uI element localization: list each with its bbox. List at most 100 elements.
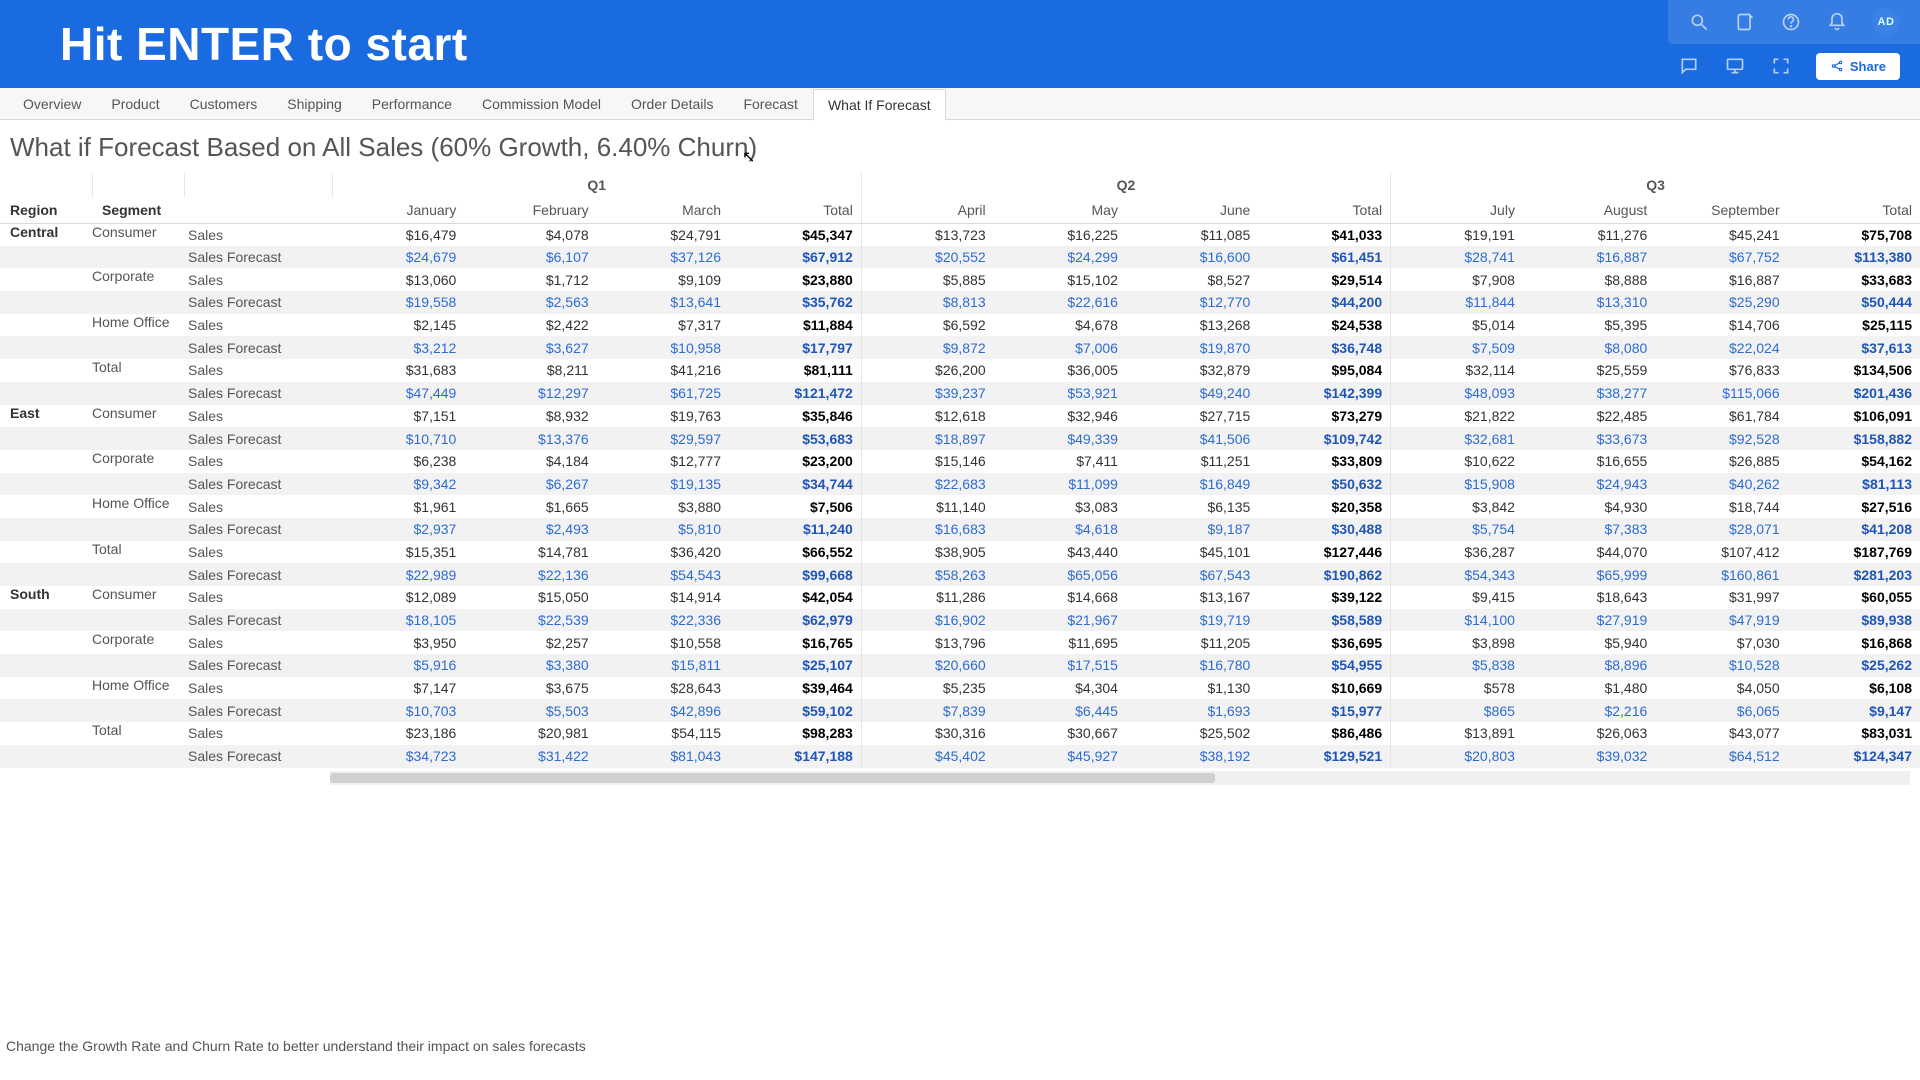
cell-value: $43,440 [994,541,1126,564]
cell-value: $5,754 [1391,518,1523,541]
cell-segment [92,291,184,314]
table-row[interactable]: Home OfficeSales$1,961$1,665$3,880$7,506… [0,495,1920,518]
cell-segment: Consumer [92,223,184,246]
cell-value: $22,539 [464,609,596,632]
table-row[interactable]: TotalSales$31,683$8,211$41,216$81,111$26… [0,359,1920,382]
col-april[interactable]: April [861,197,993,223]
table-row[interactable]: CentralConsumerSales$16,479$4,078$24,791… [0,223,1920,246]
notifications-icon[interactable] [1826,11,1848,33]
horizontal-scrollbar[interactable] [330,771,1910,785]
table-row[interactable]: Sales Forecast$10,710$13,376$29,597$53,6… [0,427,1920,450]
tab-shipping[interactable]: Shipping [272,88,357,120]
table-row[interactable]: Sales Forecast$47,449$12,297$61,725$121,… [0,382,1920,405]
tab-performance[interactable]: Performance [357,88,467,120]
table-row[interactable]: Home OfficeSales$2,145$2,422$7,317$11,88… [0,314,1920,337]
fullscreen-icon[interactable] [1770,55,1792,77]
table-row[interactable]: Sales Forecast$24,679$6,107$37,126$67,91… [0,246,1920,269]
col-segment[interactable]: Segment [92,197,184,223]
cell-value: $13,060 [332,268,464,291]
table-row[interactable]: Sales Forecast$3,212$3,627$10,958$17,797… [0,336,1920,359]
cell-region [0,268,92,291]
cell-value: $5,838 [1391,654,1523,677]
cell-region: Central [0,223,92,246]
table-row[interactable]: TotalSales$23,186$20,981$54,115$98,283$3… [0,722,1920,745]
cell-value: $4,678 [994,314,1126,337]
cell-value: $1,693 [1126,699,1258,722]
col-september[interactable]: September [1655,197,1787,223]
col-january[interactable]: January [332,197,464,223]
search-icon[interactable] [1688,11,1710,33]
col-total[interactable]: Total [729,197,861,223]
table-row[interactable]: Home OfficeSales$7,147$3,675$28,643$39,4… [0,677,1920,700]
tab-customers[interactable]: Customers [175,88,273,120]
col-august[interactable]: August [1523,197,1655,223]
tab-product[interactable]: Product [96,88,174,120]
cell-value: $39,122 [1258,586,1390,609]
cell-value: $7,147 [332,677,464,700]
cell-value: $7,006 [994,336,1126,359]
cell-value: $14,781 [464,541,596,564]
table-row[interactable]: Sales Forecast$34,723$31,422$81,043$147,… [0,745,1920,768]
cell-value: $30,667 [994,722,1126,745]
cell-value: $1,665 [464,495,596,518]
cell-value: $37,613 [1788,336,1920,359]
cell-value: $6,065 [1655,699,1787,722]
cell-type: Sales [184,223,332,246]
cell-segment [92,563,184,586]
present-icon[interactable] [1724,55,1746,77]
table-row[interactable]: SouthConsumerSales$12,089$15,050$14,914$… [0,586,1920,609]
cell-region [0,722,92,745]
cell-value: $65,056 [994,563,1126,586]
cell-type: Sales Forecast [184,518,332,541]
table-row[interactable]: Sales Forecast$19,558$2,563$13,641$35,76… [0,291,1920,314]
cell-region [0,495,92,518]
scrollbar-thumb[interactable] [330,773,1215,783]
cell-value: $129,521 [1258,745,1390,768]
cell-region [0,427,92,450]
cell-value: $58,589 [1258,609,1390,632]
table-row[interactable]: CorporateSales$3,950$2,257$10,558$16,765… [0,631,1920,654]
table-row[interactable]: EastConsumerSales$7,151$8,932$19,763$35,… [0,405,1920,428]
table-row[interactable]: Sales Forecast$5,916$3,380$15,811$25,107… [0,654,1920,677]
avatar[interactable]: AD [1872,8,1900,36]
cell-value: $19,763 [597,405,729,428]
col-total[interactable]: Total [1258,197,1390,223]
cell-value: $7,509 [1391,336,1523,359]
table-row[interactable]: CorporateSales$13,060$1,712$9,109$23,880… [0,268,1920,291]
tab-commission-model[interactable]: Commission Model [467,88,616,120]
col-may[interactable]: May [994,197,1126,223]
tab-overview[interactable]: Overview [8,88,96,120]
new-note-icon[interactable] [1734,11,1756,33]
col-region[interactable]: Region [0,197,92,223]
tab-order-details[interactable]: Order Details [616,88,728,120]
table-row[interactable]: Sales Forecast$18,105$22,539$22,336$62,9… [0,609,1920,632]
cell-type: Sales Forecast [184,336,332,359]
cell-value: $4,930 [1523,495,1655,518]
cell-value: $13,796 [861,631,993,654]
cell-value: $9,342 [332,473,464,496]
table-row[interactable]: Sales Forecast$2,937$2,493$5,810$11,240$… [0,518,1920,541]
col-february[interactable]: February [464,197,596,223]
cell-value: $33,683 [1788,268,1920,291]
cell-value: $49,240 [1126,382,1258,405]
col-total[interactable]: Total [1788,197,1920,223]
cell-value: $25,262 [1788,654,1920,677]
table-row[interactable]: Sales Forecast$9,342$6,267$19,135$34,744… [0,473,1920,496]
col-june[interactable]: June [1126,197,1258,223]
col-march[interactable]: March [597,197,729,223]
table-row[interactable]: TotalSales$15,351$14,781$36,420$66,552$3… [0,541,1920,564]
cell-value: $29,597 [597,427,729,450]
cell-value: $24,791 [597,223,729,246]
comment-icon[interactable] [1678,55,1700,77]
tab-forecast[interactable]: Forecast [728,88,812,120]
cell-value: $53,921 [994,382,1126,405]
tab-what-if-forecast[interactable]: What If Forecast [813,89,946,121]
table-row[interactable]: Sales Forecast$10,703$5,503$42,896$59,10… [0,699,1920,722]
help-icon[interactable] [1780,11,1802,33]
col-july[interactable]: July [1391,197,1523,223]
cell-value: $54,162 [1788,450,1920,473]
cell-segment: Home Office [92,495,184,518]
share-button[interactable]: Share [1816,53,1900,80]
table-row[interactable]: Sales Forecast$22,989$22,136$54,543$99,6… [0,563,1920,586]
table-row[interactable]: CorporateSales$6,238$4,184$12,777$23,200… [0,450,1920,473]
